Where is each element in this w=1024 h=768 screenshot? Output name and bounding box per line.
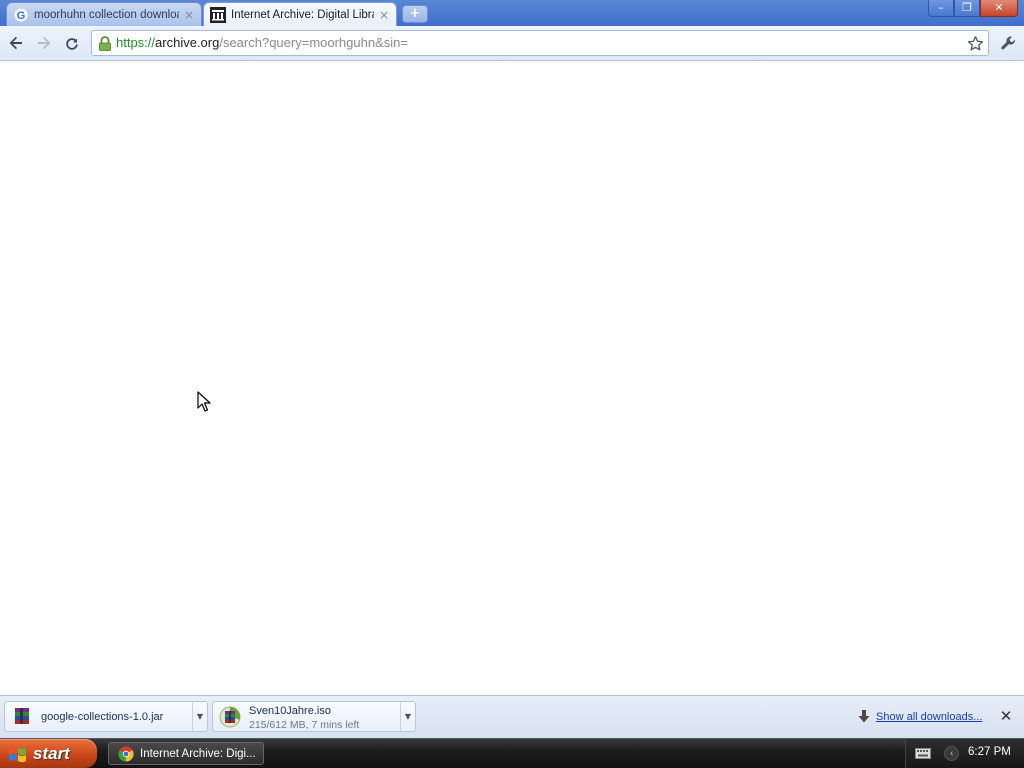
minimize-button[interactable]: –: [928, 0, 954, 17]
reload-icon: [66, 38, 78, 50]
windows-logo-icon: [9, 746, 26, 762]
forward-arrow-icon: [38, 36, 51, 50]
tab-internet-archive[interactable]: Internet Archive: Digital Librar ×: [203, 2, 397, 26]
lock-icon: [99, 36, 111, 51]
back-arrow-icon: [9, 36, 22, 50]
tab-strip: G moorhuhn collection download × Interne…: [0, 0, 1024, 26]
archive-icon: [210, 6, 226, 23]
taskbar-item-chrome[interactable]: Internet Archive: Digi...: [108, 742, 264, 765]
chrome-icon: [118, 746, 134, 762]
download-filename: Sven10Jahre.iso: [249, 705, 331, 717]
star-icon: [967, 35, 983, 50]
download-status: 215/612 MB, 7 mins left: [249, 719, 360, 731]
reload-button[interactable]: [61, 32, 83, 54]
close-tab-icon[interactable]: ×: [378, 9, 390, 21]
tab-moorhuhn-search[interactable]: G moorhuhn collection download ×: [6, 2, 202, 26]
taskbar: start Internet Archive: Digi... ‹ 6:27 P…: [0, 738, 1024, 768]
download-filename: google-collections-1.0.jar: [41, 711, 164, 723]
close-shelf-button[interactable]: ✕: [998, 708, 1014, 724]
download-shelf: google-collections-1.0.jar ▼ Sven10Jahre…: [0, 695, 1024, 738]
back-button[interactable]: [5, 32, 27, 54]
download-menu-button[interactable]: ▼: [192, 702, 207, 731]
progress-icon: [219, 706, 241, 728]
forward-button[interactable]: [33, 32, 55, 54]
address-bar[interactable]: https://archive.org/search?query=moorhgu…: [91, 30, 989, 56]
url-text[interactable]: https://archive.org/search?query=moorhgu…: [116, 35, 408, 50]
url-scheme: https://: [116, 35, 156, 50]
settings-wrench-button[interactable]: [997, 32, 1019, 54]
download-item[interactable]: google-collections-1.0.jar ▼: [4, 701, 208, 732]
start-button[interactable]: start: [0, 739, 97, 768]
show-all-downloads-text: Show all downloads...: [876, 710, 983, 723]
keyboard-icon[interactable]: [915, 748, 931, 759]
browser-toolbar: https://archive.org/search?query=moorhgu…: [0, 26, 1024, 61]
clock: 6:27 PM: [968, 746, 1011, 758]
maximize-button[interactable]: ❐: [954, 0, 980, 17]
close-tab-icon[interactable]: ×: [183, 9, 195, 21]
download-arrow-icon: [858, 710, 870, 723]
tab-title: Internet Archive: Digital Librar: [231, 8, 374, 21]
show-hidden-icons-button[interactable]: ‹: [944, 746, 959, 761]
tab-title: moorhuhn collection download: [34, 8, 179, 21]
download-menu-button[interactable]: ▼: [400, 702, 415, 731]
page-content: [0, 61, 1024, 695]
taskbar-item-label: Internet Archive: Digi...: [140, 747, 256, 760]
url-path: /search?query=moorhguhn&sin=: [219, 35, 408, 50]
google-icon: G: [13, 7, 29, 23]
close-window-button[interactable]: ✕: [980, 0, 1018, 17]
archive-file-icon: [15, 708, 29, 724]
mouse-cursor-icon: [197, 391, 211, 412]
show-all-downloads-link[interactable]: Show all downloads...: [858, 710, 982, 723]
url-host: archive.org: [155, 35, 220, 50]
download-item[interactable]: Sven10Jahre.iso 215/612 MB, 7 mins left …: [212, 701, 416, 732]
system-tray: ‹ 6:27 PM: [905, 739, 1024, 768]
new-tab-button[interactable]: +: [402, 5, 428, 23]
start-label: start: [33, 743, 70, 763]
wrench-icon: [1000, 36, 1015, 49]
bookmark-star-button[interactable]: [966, 34, 984, 52]
svg-text:G: G: [17, 10, 26, 22]
